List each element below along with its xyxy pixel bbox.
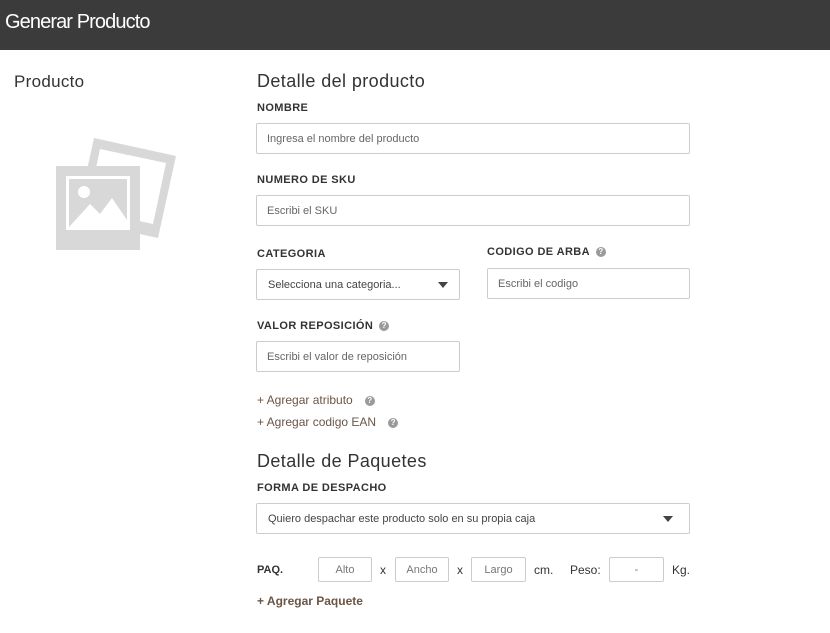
forma-despacho-selected: Quiero despachar este producto solo en s…: [268, 512, 536, 525]
nombre-input[interactable]: [256, 123, 690, 154]
arba-label-text: CODIGO DE ARBA: [487, 246, 590, 258]
kg-unit: Kg.: [672, 563, 691, 577]
ancho-input[interactable]: [395, 557, 449, 582]
add-attribute-link[interactable]: + Agregar atributo?: [257, 393, 375, 407]
reposicion-label: VALOR REPOSICIÓN?: [257, 320, 390, 332]
sep-x: x: [380, 563, 386, 577]
forma-despacho-label: FORMA DE DESPACHO: [257, 482, 387, 494]
page-title: Generar Producto: [5, 11, 150, 33]
image-placeholder-icon[interactable]: [54, 134, 178, 252]
add-attribute-text: + Agregar atributo: [257, 393, 353, 407]
paq-label: PAQ.: [257, 564, 284, 576]
package-detail-title: Detalle de Paquetes: [257, 451, 427, 471]
caret-down-icon: [438, 281, 448, 288]
sku-input[interactable]: [256, 195, 690, 226]
add-ean-link[interactable]: + Agregar codigo EAN?: [257, 415, 399, 429]
add-package-link[interactable]: + Agregar Paquete: [257, 594, 363, 608]
help-circle-icon[interactable]: ?: [388, 418, 399, 428]
help-circle-icon[interactable]: ?: [364, 396, 375, 406]
sku-label: NUMERO DE SKU: [257, 174, 356, 186]
top-bar: Generar Producto: [0, 0, 830, 50]
caret-down-icon: [663, 515, 673, 522]
sidebar-title: Producto: [14, 72, 85, 91]
largo-input[interactable]: [471, 557, 526, 582]
arba-label: CODIGO DE ARBA?: [487, 246, 606, 258]
sep-x: x: [457, 563, 463, 577]
arba-input[interactable]: [487, 268, 690, 299]
peso-input[interactable]: [609, 557, 664, 582]
categoria-selected: Selecciona una categoria...: [268, 278, 401, 291]
help-circle-icon[interactable]: ?: [379, 321, 390, 331]
cm-unit: cm.: [534, 563, 554, 577]
reposicion-input[interactable]: [256, 341, 460, 372]
add-ean-text: + Agregar codigo EAN: [257, 415, 377, 429]
reposicion-label-text: VALOR REPOSICIÓN: [257, 320, 374, 332]
categoria-select[interactable]: Selecciona una categoria...: [256, 269, 460, 300]
alto-input[interactable]: [318, 557, 372, 582]
nombre-label: NOMBRE: [257, 102, 309, 114]
help-circle-icon[interactable]: ?: [595, 247, 606, 257]
categoria-label: CATEGORIA: [257, 248, 326, 260]
forma-despacho-select[interactable]: Quiero despachar este producto solo en s…: [256, 503, 690, 534]
product-detail-title: Detalle del producto: [257, 71, 426, 91]
peso-label: Peso:: [570, 563, 601, 577]
